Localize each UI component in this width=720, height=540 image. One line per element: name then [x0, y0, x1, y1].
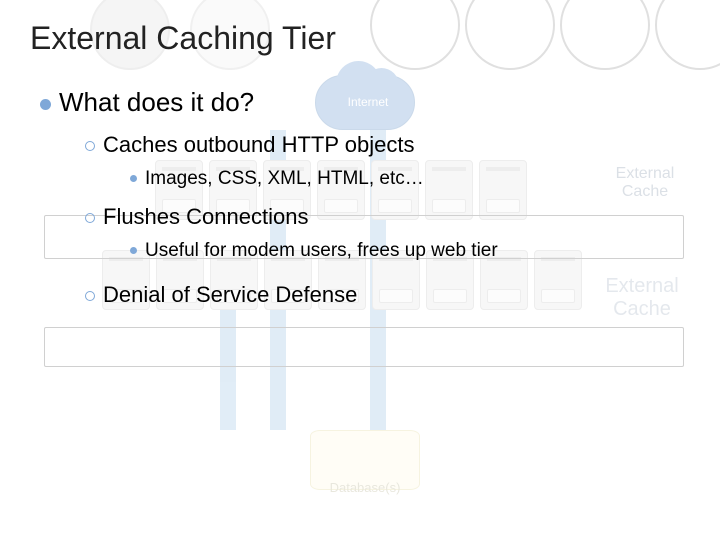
bullet-sdot-icon	[130, 247, 137, 254]
bullet-sdot-icon	[130, 175, 137, 182]
slide-content: External Caching Tier What does it do? C…	[0, 0, 720, 336]
bullet-l2-flushes: Flushes Connections	[85, 204, 690, 230]
database-label: Database(s)	[300, 480, 430, 495]
l2-text: Caches outbound HTTP objects	[103, 132, 414, 157]
bullet-dot-icon	[40, 99, 51, 110]
l2-text: Flushes Connections	[103, 204, 308, 229]
l3-text: Images, CSS, XML, HTML, etc…	[145, 168, 424, 189]
bullet-ring-icon	[85, 291, 95, 301]
l3-text: Useful for modem users, frees up web tie…	[145, 240, 498, 261]
bullet-l2-caches: Caches outbound HTTP objects	[85, 132, 690, 158]
bullet-l2-denial: Denial of Service Defense	[85, 282, 690, 308]
l2-text: Denial of Service Defense	[103, 282, 357, 307]
bullet-l3-useful: Useful for modem users, frees up web tie…	[130, 240, 690, 262]
bullet-ring-icon	[85, 141, 95, 151]
bullet-l3-images: Images, CSS, XML, HTML, etc…	[130, 168, 690, 190]
bullet-l1-what: What does it do?	[40, 87, 690, 118]
bullet-ring-icon	[85, 213, 95, 223]
l1-text: What does it do?	[59, 87, 254, 117]
slide-title: External Caching Tier	[30, 20, 690, 57]
